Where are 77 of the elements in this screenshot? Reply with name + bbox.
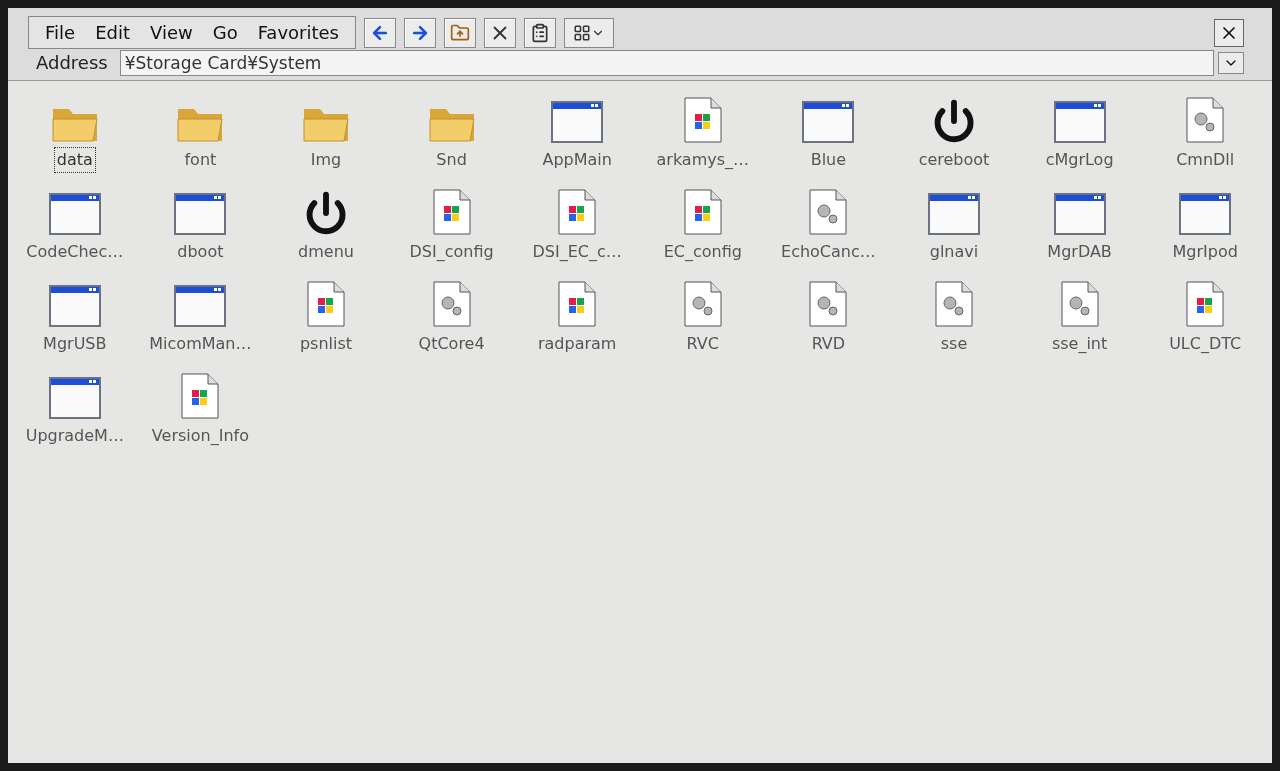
gear-document-icon <box>682 281 723 327</box>
power-icon <box>932 99 976 143</box>
file-name[interactable]: dboot <box>174 239 227 265</box>
menu-item[interactable]: View <box>142 19 201 46</box>
file-name[interactable]: font <box>181 147 220 173</box>
file-name[interactable]: Snd <box>433 147 470 173</box>
file-name[interactable]: MgrIpod <box>1169 239 1241 265</box>
file-name[interactable]: RVC <box>683 331 722 357</box>
file-name[interactable]: Version_Info <box>148 423 252 449</box>
window-icon <box>551 101 604 143</box>
gear-document-icon <box>934 281 974 327</box>
file-name[interactable]: ULC_DTC <box>1166 331 1245 357</box>
file-name[interactable]: sse <box>937 331 971 357</box>
file-name[interactable]: AppMain <box>539 147 615 173</box>
window-icon <box>928 193 980 235</box>
gear-document-icon <box>1059 281 1100 327</box>
delete-button[interactable] <box>484 17 516 48</box>
file-name[interactable]: Img <box>307 147 345 173</box>
power-icon <box>304 191 348 235</box>
properties-icon <box>530 22 550 43</box>
file-name[interactable]: RVD <box>808 331 849 357</box>
menu-item[interactable]: File <box>37 19 84 46</box>
file-name[interactable]: DSI_config <box>406 239 497 265</box>
flag-document-icon <box>682 97 723 143</box>
file-name[interactable]: data <box>53 147 96 173</box>
gear-document-icon <box>808 189 849 235</box>
window-icon <box>1053 193 1106 235</box>
file-name[interactable]: glnavi <box>926 239 982 265</box>
up-folder-button[interactable] <box>444 17 476 48</box>
flag-document-icon <box>557 189 598 235</box>
folder-up-icon <box>450 22 470 43</box>
file-name[interactable]: cMgrLog <box>1042 147 1117 173</box>
file-name[interactable]: CodeChec… <box>23 239 127 265</box>
file-name[interactable]: MgrUSB <box>40 331 110 357</box>
file-name[interactable]: Blue <box>807 147 850 173</box>
menu-item[interactable]: Favorites <box>249 19 347 46</box>
flag-document-icon <box>431 189 472 235</box>
file-name[interactable]: UpgradeM… <box>22 423 127 449</box>
file-name[interactable]: CmnDll <box>1173 147 1238 173</box>
window-icon <box>1179 193 1232 235</box>
window-icon <box>174 285 227 327</box>
flag-document-icon <box>1185 281 1226 327</box>
file-name[interactable]: cereboot <box>915 147 993 173</box>
file-name[interactable]: dmenu <box>295 239 357 265</box>
view-menu-button[interactable] <box>564 17 614 48</box>
flag-document-icon <box>180 373 221 419</box>
window-icon <box>802 101 855 143</box>
file-name[interactable]: radparam <box>534 331 620 357</box>
file-name[interactable]: EC_config <box>660 239 745 265</box>
file-name[interactable]: arkamys_… <box>653 147 753 173</box>
close-button[interactable] <box>1214 18 1244 47</box>
window-icon <box>1053 101 1106 143</box>
window-icon <box>48 285 101 327</box>
forward-button[interactable] <box>404 17 436 48</box>
gear-document-icon <box>1185 97 1226 143</box>
grid-view-icon <box>573 23 591 42</box>
file-name[interactable]: DSI_EC_c… <box>529 239 625 265</box>
flag-document-icon <box>557 281 598 327</box>
file-name[interactable]: sse_int <box>1048 331 1111 357</box>
file-name[interactable]: psnlist <box>296 331 356 357</box>
window-icon <box>48 193 101 235</box>
window-icon <box>174 193 227 235</box>
address-field[interactable]: ¥Storage Card¥System <box>119 49 1214 76</box>
file-name[interactable]: EchoCanc… <box>778 239 879 265</box>
gear-document-icon <box>431 281 472 327</box>
flag-document-icon <box>682 189 723 235</box>
window-icon <box>48 377 101 419</box>
properties-button[interactable] <box>524 17 556 48</box>
gear-document-icon <box>808 281 849 327</box>
back-button[interactable] <box>364 17 396 48</box>
file-name[interactable]: MgrDAB <box>1044 239 1115 265</box>
file-name[interactable]: QtCore4 <box>415 331 488 357</box>
file-name[interactable]: MicomMan… <box>146 331 255 357</box>
address-label: Address <box>35 51 109 75</box>
menu-item[interactable]: Edit <box>87 19 138 46</box>
menu-item[interactable]: Go <box>204 19 246 46</box>
flag-document-icon <box>306 281 346 327</box>
